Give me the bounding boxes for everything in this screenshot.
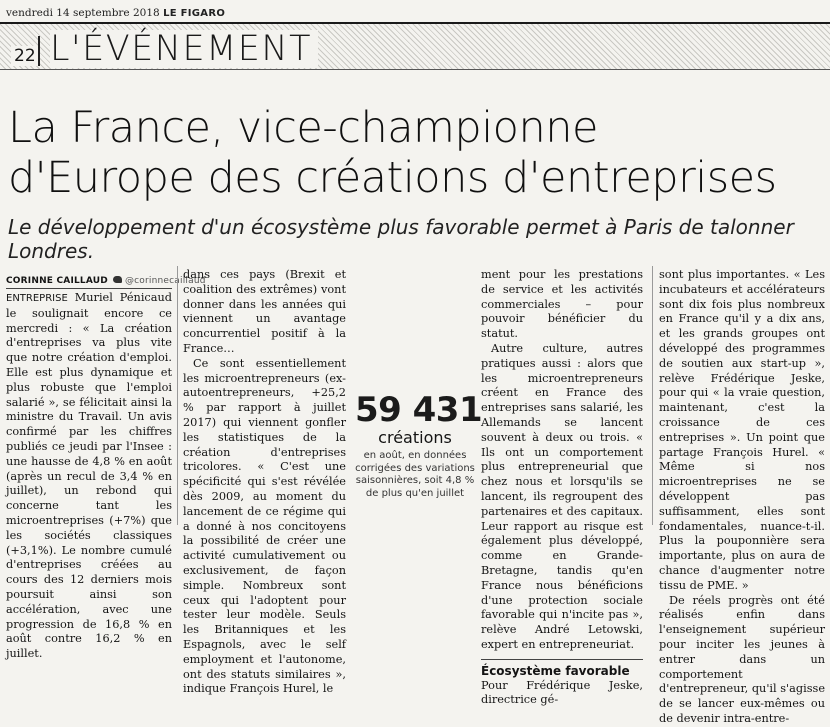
byline-rule <box>6 288 172 289</box>
column-2-paragraph-2: Ce sont essentiellement les microentrepr… <box>183 356 346 696</box>
section-rule <box>0 69 830 70</box>
article-column-2: dans ces pays (Brexit et coalition des e… <box>183 268 346 697</box>
article-column-3: ment pour les prestations de service et … <box>481 268 643 708</box>
masthead-paper: LE FIGARO <box>163 8 226 19</box>
subsection-rule <box>481 658 643 660</box>
stat-number: 59 431 <box>355 390 483 430</box>
section-title: L'ÉVÉNEMENT <box>50 30 318 68</box>
byline: CORINNE CAILLAUD @corinnecaillaud <box>6 276 206 286</box>
column-4-paragraph-2: De réels progrès ont été réalisés enfin … <box>659 593 826 725</box>
author-name: CORINNE CAILLAUD <box>6 276 108 286</box>
twitter-icon <box>112 276 122 283</box>
column-3-paragraph-2: Autre culture, autres pratiques aussi : … <box>481 341 643 651</box>
article-column-1: ENTREPRISE Muriel Pénicaud le soulignait… <box>6 291 172 662</box>
column-2-paragraph-1: dans ces pays (Brexit et coalition des e… <box>183 268 346 355</box>
column-3-paragraph-3: Pour Frédérique Jeske, directrice gé- <box>481 678 643 707</box>
article-column-4: sont plus importantes. « Les incubateurs… <box>659 268 825 727</box>
column-1-text: Muriel Pénicaud le soulignait encore ce … <box>6 291 173 661</box>
masthead-date: vendredi 14 septembre 2018 <box>6 7 160 19</box>
column-rule <box>652 266 653 525</box>
subheadline: Le développement d'un écosystème plus fa… <box>8 215 794 263</box>
top-rule <box>0 22 830 24</box>
lead-word: ENTREPRISE <box>6 293 68 304</box>
subsection-title: Écosystème favorable <box>481 663 630 678</box>
headline-line-2: d'Europe des créations d'entreprises <box>8 153 777 203</box>
headline-line-1: La France, vice-championne <box>8 103 598 153</box>
stat-box: 59 431 créations en août, en données cor… <box>355 390 483 500</box>
column-rule <box>177 266 178 525</box>
column-4-paragraph-1: sont plus importantes. « Les incubateurs… <box>659 268 825 592</box>
stat-label: créations <box>378 428 452 447</box>
masthead: vendredi 14 septembre 2018 LE FIGARO <box>6 7 225 19</box>
headline: La France, vice-championne d'Europe des … <box>8 103 828 203</box>
column-3-paragraph-1: ment pour les prestations de service et … <box>481 268 643 341</box>
stat-description: en août, en données corrigées des variat… <box>355 450 475 499</box>
page-number: 22 <box>11 46 39 66</box>
section-divider <box>38 36 40 66</box>
